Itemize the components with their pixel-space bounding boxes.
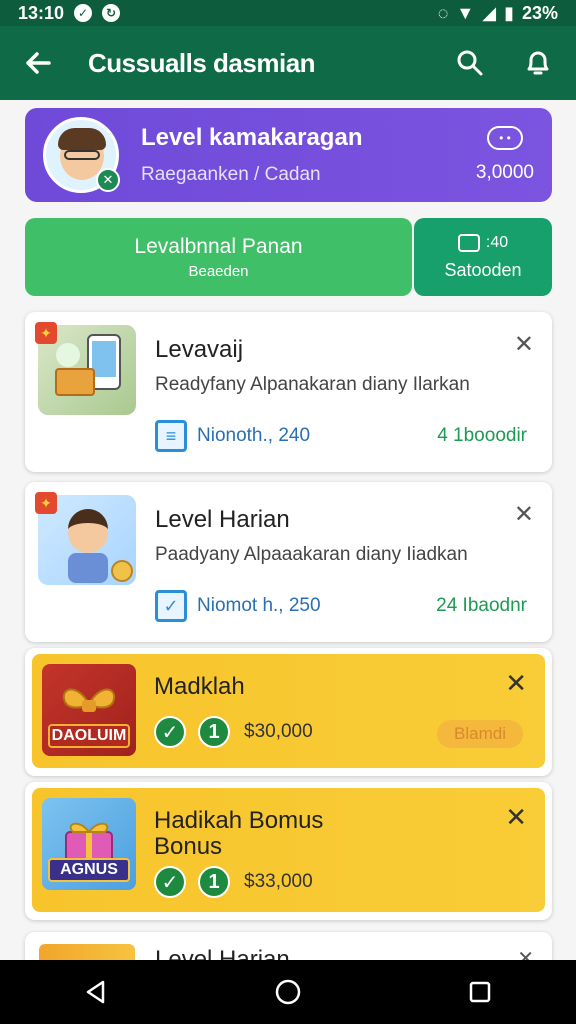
avatar: ✕ bbox=[43, 117, 120, 193]
status-time: 13:10 bbox=[18, 2, 65, 23]
notification-icon[interactable] bbox=[518, 43, 558, 83]
battery-percent: 23% bbox=[521, 2, 558, 23]
task-title: Level Harian bbox=[155, 946, 290, 960]
reward-thumbnail: DAOLUIM bbox=[42, 664, 136, 756]
reward-thumbnail: AGNUS bbox=[42, 798, 136, 890]
search-icon[interactable] bbox=[450, 43, 490, 83]
task-card-partial[interactable]: Level Harian ✕ bbox=[25, 932, 552, 960]
side-action-label: Satooden bbox=[444, 259, 522, 280]
app-bar: Cussualls dasmian bbox=[0, 26, 576, 100]
reward-card[interactable]: AGNUS Hadikah Bomus Bonus ✕ ✓ 1 $33,000 bbox=[25, 782, 552, 920]
checkbox-icon: ✓ bbox=[155, 590, 187, 622]
fire-badge-icon: ✦ bbox=[35, 492, 57, 514]
chat-icon bbox=[457, 233, 480, 252]
avatar-badge-icon: ✕ bbox=[96, 168, 120, 192]
claim-button[interactable]: Blamdi bbox=[437, 720, 523, 748]
task-title: Level Harian bbox=[155, 506, 290, 533]
profile-card[interactable]: ✕ Level kamakaragan Raegaanken / Cadan •… bbox=[25, 108, 552, 202]
main-content[interactable]: ✕ Level kamakaragan Raegaanken / Cadan •… bbox=[0, 100, 576, 960]
task-thumbnail bbox=[39, 944, 135, 960]
reward-title: Hadikah Bomus Bonus bbox=[154, 807, 324, 860]
reward-title: Madklah bbox=[154, 673, 245, 700]
document-icon: ≡ bbox=[155, 420, 187, 452]
close-icon[interactable]: ✕ bbox=[514, 330, 534, 359]
sync-status-icon: ↻ bbox=[102, 4, 121, 22]
reward-badge: DAOLUIM bbox=[48, 724, 130, 748]
task-footer-value: Nionoth., 240 bbox=[197, 425, 311, 446]
check-icon: ✓ bbox=[154, 866, 186, 898]
reward-badge: AGNUS bbox=[48, 858, 130, 882]
check-icon: ✓ bbox=[154, 716, 186, 748]
reward-amount: $30,000 bbox=[244, 721, 313, 742]
back-nav-icon[interactable] bbox=[66, 962, 126, 1022]
task-card[interactable]: ✦ Levavaij Readyfany Alpanakaran diany I… bbox=[25, 312, 552, 472]
profile-subtitle: Raegaanken / Cadan bbox=[141, 164, 321, 185]
task-card[interactable]: ✦ Level Harian Paadyany Alpaaakaran dian… bbox=[25, 482, 552, 642]
side-action-button[interactable]: :40 Satooden bbox=[414, 218, 552, 296]
task-footer-right: 24 Ibaodnr bbox=[436, 595, 527, 616]
coin-icon: • • bbox=[486, 126, 523, 150]
task-description: Paadyany Alpaaakaran diany Iiadkan bbox=[155, 544, 468, 565]
battery-status-icon: ▮ bbox=[504, 2, 514, 23]
recents-icon[interactable] bbox=[450, 962, 510, 1022]
close-icon[interactable]: ✕ bbox=[505, 668, 527, 699]
notification-status-icon: ✓ bbox=[74, 4, 93, 22]
step-count: 1 bbox=[198, 716, 230, 748]
system-navigation-bar bbox=[0, 960, 576, 1024]
back-arrow-icon[interactable] bbox=[18, 43, 58, 83]
task-description: Readyfany Alpanakaran diany Ilarkan bbox=[155, 374, 470, 395]
profile-title: Level kamakaragan bbox=[141, 124, 363, 151]
side-action-count: :40 bbox=[485, 233, 509, 251]
task-title: Levavaij bbox=[155, 336, 244, 363]
page-title: Cussualls dasmian bbox=[88, 47, 316, 78]
main-action-button[interactable]: Levalbnnal Panan Beaeden bbox=[25, 218, 412, 296]
close-icon[interactable]: ✕ bbox=[514, 500, 534, 529]
main-action-label: Levalbnnal Panan bbox=[134, 234, 303, 258]
home-icon[interactable] bbox=[258, 962, 318, 1022]
reward-card[interactable]: DAOLUIM Madklah ✕ ✓ 1 $30,000 Blamdi bbox=[25, 648, 552, 776]
signal-status-icon: ◢ bbox=[482, 2, 497, 23]
step-count: 1 bbox=[198, 866, 230, 898]
wifi-status-icon: ▼ bbox=[456, 2, 475, 23]
status-bar: 13:10 ✓ ↻ ◌ ▼ ◢ ▮ 23% bbox=[0, 0, 576, 26]
close-icon[interactable]: ✕ bbox=[517, 946, 534, 960]
profile-value: 3,0000 bbox=[475, 162, 534, 183]
reward-amount: $33,000 bbox=[244, 871, 313, 892]
main-action-sub: Beaeden bbox=[188, 262, 249, 280]
task-footer-right: 4 1booodir bbox=[437, 425, 527, 446]
task-footer-value: Niomot h., 250 bbox=[197, 595, 321, 616]
alarm-status-icon: ◌ bbox=[437, 2, 449, 23]
fire-badge-icon: ✦ bbox=[35, 322, 57, 344]
close-icon[interactable]: ✕ bbox=[505, 802, 527, 833]
